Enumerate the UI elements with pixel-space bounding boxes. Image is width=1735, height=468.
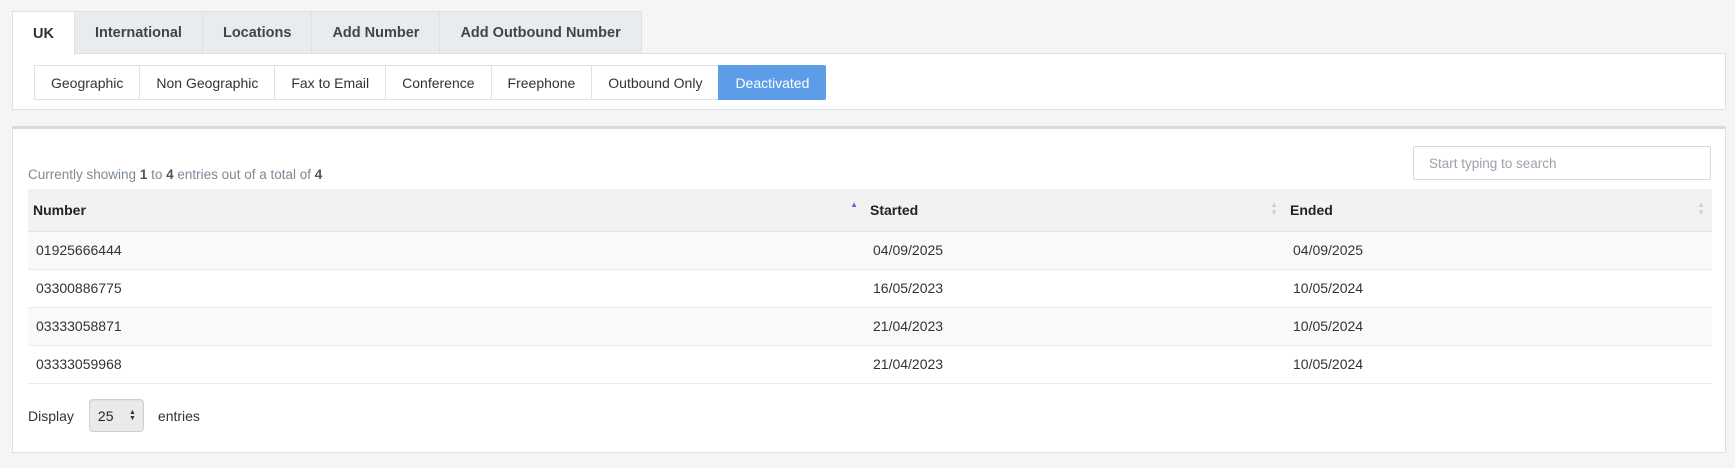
cell-number: 03333059968 xyxy=(28,345,865,384)
column-label: Ended xyxy=(1290,201,1333,218)
cell-number: 01925666444 xyxy=(28,231,865,270)
subtab-deactivated[interactable]: Deactivated xyxy=(718,65,827,100)
subtab-non-geographic[interactable]: Non Geographic xyxy=(139,65,276,100)
column-header-started[interactable]: Started ▲ ▼ xyxy=(865,189,1285,232)
summary-to: 4 xyxy=(166,167,174,182)
entries-label: entries xyxy=(157,407,200,424)
sort-both-icon: ▲ ▼ xyxy=(1270,200,1278,217)
summary-total: 4 xyxy=(314,167,323,182)
sub-tabs: Geographic Non Geographic Fax to Email C… xyxy=(34,65,827,100)
deactivated-table-panel: Currently showing 1 to 4 entries out of … xyxy=(12,126,1726,453)
summary-to-word: to xyxy=(151,167,163,182)
page-length-select[interactable]: 25 ▲ ▼ xyxy=(88,399,144,432)
top-tabs: UK International Locations Add Number Ad… xyxy=(12,11,642,55)
column-header-number[interactable]: Number ▲▼ xyxy=(28,189,865,232)
subtab-geographic[interactable]: Geographic xyxy=(34,65,141,100)
cell-number: 03300886775 xyxy=(28,269,865,308)
tab-add-number[interactable]: Add Number xyxy=(311,11,441,54)
numbers-table: Number ▲▼ Started ▲▼ Ended ▲▼ 0192566644… xyxy=(28,189,1712,384)
table-row[interactable]: 03333059968 21/04/2023 10/05/2024 xyxy=(28,345,1712,384)
cell-ended: 10/05/2024 xyxy=(1285,345,1712,384)
tab-add-outbound-number[interactable]: Add Outbound Number xyxy=(439,11,642,54)
cell-started: 04/09/2025 xyxy=(865,231,1285,270)
sort-asc-icon: ▲▼ xyxy=(850,200,858,209)
cell-ended: 04/09/2025 xyxy=(1285,231,1712,270)
cell-ended: 10/05/2024 xyxy=(1285,307,1712,346)
display-label: Display xyxy=(28,407,74,424)
table-row[interactable]: 01925666444 04/09/2025 04/09/2025 xyxy=(28,231,1712,270)
cell-ended: 10/05/2024 xyxy=(1285,269,1712,308)
table-row[interactable]: 03333058871 21/04/2023 10/05/2024 xyxy=(28,307,1712,346)
table-row[interactable]: 03300886775 16/05/2023 10/05/2024 xyxy=(28,269,1712,308)
select-arrows-icon: ▲ ▼ xyxy=(128,408,136,422)
column-header-ended[interactable]: Ended ▲ ▼ xyxy=(1285,189,1712,232)
tab-uk[interactable]: UK xyxy=(12,11,75,55)
tab-international[interactable]: International xyxy=(73,11,203,54)
page-length-value: 25 xyxy=(97,407,114,424)
subtab-outbound-only[interactable]: Outbound Only xyxy=(591,65,720,100)
tab-locations[interactable]: Locations xyxy=(201,11,313,54)
cell-started: 21/04/2023 xyxy=(865,345,1285,384)
uk-tab-panel: Geographic Non Geographic Fax to Email C… xyxy=(12,53,1726,110)
cell-number: 03333058871 xyxy=(28,307,865,346)
summary-prefix: Currently showing xyxy=(28,167,137,182)
subtab-fax-to-email[interactable]: Fax to Email xyxy=(274,65,387,100)
entries-summary: Currently showing 1 to 4 entries out of … xyxy=(28,167,322,182)
page-length-control: Display 25 ▲ ▼ entries xyxy=(28,399,200,432)
summary-from: 1 xyxy=(139,167,148,182)
table-header-row: Number ▲▼ Started ▲▼ Ended ▲▼ xyxy=(28,189,1712,232)
cell-started: 21/04/2023 xyxy=(865,307,1285,346)
cell-started: 16/05/2023 xyxy=(865,269,1285,308)
subtab-conference[interactable]: Conference xyxy=(385,65,492,100)
summary-middle: entries out of a total of xyxy=(177,167,311,182)
search-input[interactable] xyxy=(1413,146,1711,180)
column-label: Number xyxy=(33,201,86,218)
sort-both-icon: ▲ ▼ xyxy=(1697,200,1705,217)
column-label: Started xyxy=(870,201,919,218)
subtab-freephone[interactable]: Freephone xyxy=(490,65,593,100)
